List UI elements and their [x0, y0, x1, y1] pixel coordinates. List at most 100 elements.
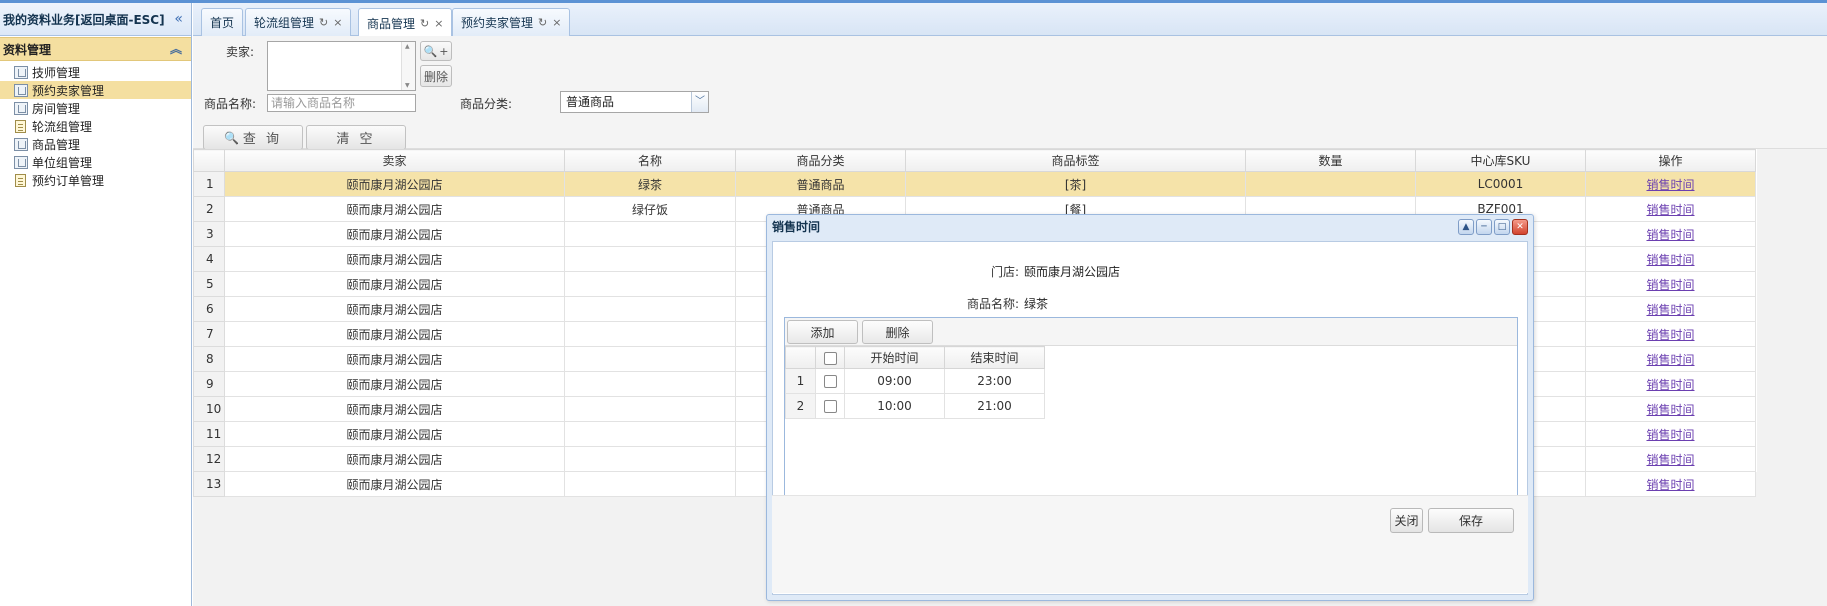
seller-cell[interactable]: 颐而康月湖公园店	[224, 171, 565, 197]
seller-cell[interactable]: 颐而康月湖公园店	[224, 346, 565, 372]
end-time-cell[interactable]: 23:00	[944, 368, 1045, 394]
select-all-checkbox[interactable]	[823, 351, 837, 365]
name-cell[interactable]	[564, 321, 736, 347]
sales-time-link[interactable]: 销售时间	[1646, 403, 1694, 417]
seller-cell[interactable]: 颐而康月湖公园店	[224, 196, 565, 222]
sales-time-link[interactable]: 销售时间	[1646, 178, 1694, 192]
name-cell[interactable]	[564, 421, 736, 447]
sidebar-item-rotation-group[interactable]: 轮流组管理	[0, 117, 191, 135]
end-time-cell[interactable]: 21:00	[944, 393, 1045, 419]
sidebar-title[interactable]: 我的资料业务[返回桌面-ESC]	[3, 11, 165, 28]
sales-time-link[interactable]: 销售时间	[1646, 478, 1694, 492]
chevron-up-icon[interactable]: ︽	[170, 40, 182, 57]
column-header-seller[interactable]: 卖家	[224, 149, 565, 172]
seller-cell[interactable]: 颐而康月湖公园店	[224, 421, 565, 447]
row-checkbox-cell[interactable]	[815, 393, 845, 419]
table-row[interactable]: 1 09:00 23:00	[785, 368, 1045, 394]
name-cell[interactable]: 绿仔饭	[564, 196, 736, 222]
column-header-start-time[interactable]: 开始时间	[844, 346, 945, 369]
sales-time-link[interactable]: 销售时间	[1646, 428, 1694, 442]
close-icon[interactable]: ✕	[1512, 219, 1528, 235]
row-checkbox[interactable]	[823, 375, 837, 388]
row-checkbox-cell[interactable]	[815, 368, 845, 394]
seller-search-button[interactable]: 🔍 +	[420, 41, 452, 61]
tag-cell[interactable]: [茶]	[905, 171, 1246, 197]
column-header-action[interactable]: 操作	[1585, 149, 1756, 172]
sales-time-link[interactable]: 销售时间	[1646, 278, 1694, 292]
clear-button[interactable]: 清 空	[306, 125, 406, 150]
seller-cell[interactable]: 颐而康月湖公园店	[224, 321, 565, 347]
sales-time-link[interactable]: 销售时间	[1646, 353, 1694, 367]
name-cell[interactable]	[564, 396, 736, 422]
save-button[interactable]: 保存	[1428, 508, 1514, 533]
double-chevron-left-icon[interactable]: «	[174, 11, 183, 27]
name-cell[interactable]	[564, 446, 736, 472]
close-icon[interactable]: ×	[333, 16, 342, 29]
tab-rotation-group[interactable]: 轮流组管理 ↻ ×	[245, 8, 352, 36]
select-all-checkbox-cell[interactable]	[815, 346, 845, 369]
start-time-cell[interactable]: 10:00	[844, 393, 945, 419]
tab-product[interactable]: 商品管理 ↻ ×	[358, 8, 453, 37]
seller-cell[interactable]: 颐而康月湖公园店	[224, 371, 565, 397]
sku-cell[interactable]: LC0001	[1415, 171, 1586, 197]
category-select[interactable]: 普通商品 ﹀	[560, 91, 709, 113]
name-cell[interactable]	[564, 346, 736, 372]
column-header-quantity[interactable]: 数量	[1245, 149, 1416, 172]
minimize-icon[interactable]: ─	[1476, 219, 1492, 235]
table-row[interactable]: 1 颐而康月湖公园店 绿茶 普通商品 [茶] LC0001 销售时间	[193, 171, 1757, 197]
sales-time-link[interactable]: 销售时间	[1646, 253, 1694, 267]
sidebar-item-technician[interactable]: 技师管理	[0, 63, 191, 81]
sales-time-link[interactable]: 销售时间	[1646, 203, 1694, 217]
name-cell[interactable]	[564, 246, 736, 272]
sidebar-item-reservation-seller[interactable]: 预约卖家管理	[0, 81, 191, 99]
sales-time-link[interactable]: 销售时间	[1646, 328, 1694, 342]
sidebar-item-reservation-order[interactable]: 预约订单管理	[0, 171, 191, 189]
name-cell[interactable]	[564, 371, 736, 397]
textarea-scrollbar[interactable]	[401, 42, 415, 90]
name-cell[interactable]	[564, 296, 736, 322]
sidebar-item-unit-group[interactable]: 单位组管理	[0, 153, 191, 171]
sales-time-link[interactable]: 销售时间	[1646, 303, 1694, 317]
column-header-name[interactable]: 名称	[564, 149, 736, 172]
seller-cell[interactable]: 颐而康月湖公园店	[224, 446, 565, 472]
sales-time-link[interactable]: 销售时间	[1646, 453, 1694, 467]
row-checkbox[interactable]	[823, 400, 837, 413]
start-time-cell[interactable]: 09:00	[844, 368, 945, 394]
seller-textarea[interactable]	[267, 41, 416, 91]
column-header-tag[interactable]: 商品标签	[905, 149, 1246, 172]
seller-cell[interactable]: 颐而康月湖公园店	[224, 246, 565, 272]
name-cell[interactable]	[564, 471, 736, 497]
name-cell[interactable]: 绿茶	[564, 171, 736, 197]
column-header-end-time[interactable]: 结束时间	[944, 346, 1045, 369]
name-cell[interactable]	[564, 271, 736, 297]
refresh-icon[interactable]: ↻	[420, 17, 429, 30]
delete-button[interactable]: 删除	[862, 320, 933, 344]
name-cell[interactable]	[564, 221, 736, 247]
add-button[interactable]: 添加	[787, 320, 858, 344]
collapse-icon[interactable]: ▲	[1458, 219, 1474, 235]
seller-cell[interactable]: 颐而康月湖公园店	[224, 271, 565, 297]
refresh-icon[interactable]: ↻	[319, 16, 328, 29]
seller-cell[interactable]: 颐而康月湖公园店	[224, 221, 565, 247]
sales-time-link[interactable]: 销售时间	[1646, 228, 1694, 242]
accordion-section[interactable]: 资料管理 ︽	[0, 37, 191, 61]
sidebar-item-room[interactable]: 房间管理	[0, 99, 191, 117]
quantity-cell[interactable]	[1245, 171, 1416, 197]
chevron-down-icon[interactable]: ﹀	[691, 92, 708, 112]
close-icon[interactable]: ×	[434, 17, 443, 30]
table-row[interactable]: 2 10:00 21:00	[785, 393, 1045, 419]
column-header-sku[interactable]: 中心库SKU	[1415, 149, 1586, 172]
column-header-category[interactable]: 商品分类	[735, 149, 906, 172]
close-icon[interactable]: ×	[552, 16, 561, 29]
seller-cell[interactable]: 颐而康月湖公园店	[224, 471, 565, 497]
product-name-input[interactable]: 请输入商品名称	[267, 94, 416, 112]
sidebar-item-product[interactable]: 商品管理	[0, 135, 191, 153]
refresh-icon[interactable]: ↻	[538, 16, 547, 29]
seller-cell[interactable]: 颐而康月湖公园店	[224, 396, 565, 422]
tab-home[interactable]: 首页	[201, 8, 244, 36]
query-button[interactable]: 🔍 查 询	[203, 125, 303, 150]
sales-time-link[interactable]: 销售时间	[1646, 378, 1694, 392]
dialog-title[interactable]: 销售时间	[767, 215, 1533, 239]
seller-delete-button[interactable]: 删除	[420, 65, 452, 87]
seller-cell[interactable]: 颐而康月湖公园店	[224, 296, 565, 322]
